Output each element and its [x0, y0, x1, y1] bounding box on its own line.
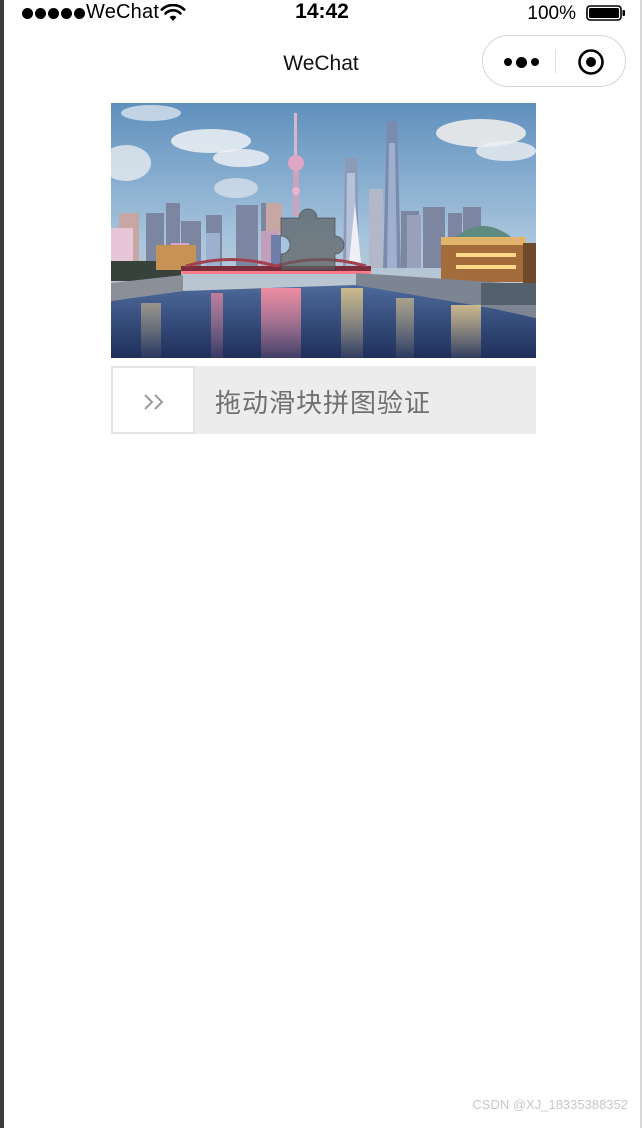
puzzle-piece-hole — [280, 208, 345, 271]
status-bar: WeChat 14:42 100% — [4, 0, 640, 28]
capsule-divider — [555, 50, 556, 74]
slider-label: 拖动滑块拼图验证 — [215, 389, 432, 419]
battery-percent: 100% — [527, 3, 576, 24]
menu-capsule — [482, 35, 626, 87]
city-skyline-image — [111, 103, 536, 358]
window-left-edge — [0, 0, 4, 1128]
slider-handle[interactable] — [111, 366, 195, 434]
watermark: CSDN @XJ_18335388352 — [472, 1097, 628, 1112]
more-dots-icon[interactable] — [499, 52, 543, 72]
battery-icon — [586, 5, 625, 21]
double-chevron-right-icon — [144, 394, 164, 410]
page: WeChat 14:42 100% WeChat 拖动滑块拼图验证 CSDN @… — [0, 0, 642, 1128]
puzzle-background-image — [111, 103, 536, 358]
target-close-icon[interactable] — [577, 48, 605, 76]
slider-track[interactable]: 拖动滑块拼图验证 — [111, 366, 536, 434]
